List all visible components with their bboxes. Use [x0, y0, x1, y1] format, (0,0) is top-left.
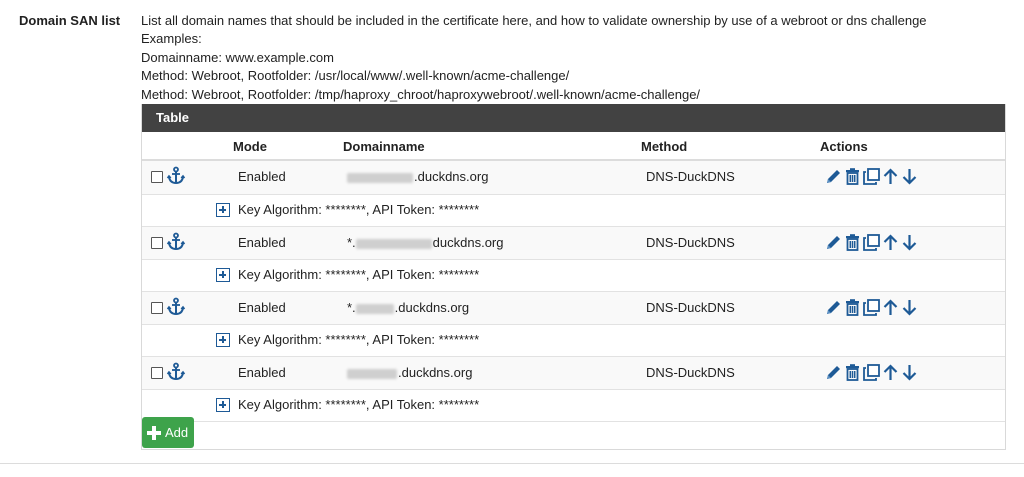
plus-square-icon[interactable]	[216, 203, 230, 217]
redacted-domain	[347, 172, 413, 183]
domain-prefix: *.	[347, 300, 356, 315]
arrow-up-icon[interactable]	[881, 363, 900, 382]
pencil-icon[interactable]	[824, 167, 843, 186]
copy-icon[interactable]	[862, 233, 881, 252]
row-method: DNS-DuckDNS	[646, 169, 735, 184]
arrow-down-icon[interactable]	[900, 363, 919, 382]
row-details-text: Key Algorithm: ********, API Token: ****…	[238, 202, 480, 217]
copy-icon[interactable]	[862, 298, 881, 317]
row-actions	[824, 363, 919, 383]
help-line: Method: Webroot, Rootfolder: /usr/local/…	[141, 68, 570, 84]
help-text: List all domain names that should be inc…	[141, 12, 927, 104]
row-checkbox[interactable]	[151, 171, 163, 183]
anchor-icon[interactable]	[166, 362, 186, 382]
arrow-up-icon[interactable]	[881, 167, 900, 186]
redacted-domain	[355, 238, 432, 249]
column-header-mode: Mode	[233, 139, 267, 154]
help-line: List all domain names that should be inc…	[141, 13, 927, 28]
row-mode: Enabled	[238, 365, 286, 380]
divider	[0, 463, 1024, 464]
redacted-domain	[355, 303, 394, 314]
row-method: DNS-DuckDNS	[646, 235, 735, 250]
domain-suffix: duckdns.org	[432, 235, 504, 250]
pencil-icon[interactable]	[824, 298, 843, 317]
column-header-domainname: Domainname	[343, 139, 425, 154]
arrow-down-icon[interactable]	[900, 298, 919, 317]
row-checkbox[interactable]	[151, 367, 163, 379]
table-row-details: Key Algorithm: ********, API Token: ****…	[142, 325, 1005, 357]
help-line: Examples:	[141, 31, 202, 47]
table-row: Enabled *. .duckdns.org DNS-DuckDNS	[142, 292, 1005, 325]
anchor-icon[interactable]	[166, 232, 186, 252]
row-method: DNS-DuckDNS	[646, 365, 735, 380]
arrow-down-icon[interactable]	[900, 233, 919, 252]
row-method: DNS-DuckDNS	[646, 300, 735, 315]
add-button[interactable]: Add	[142, 417, 194, 448]
row-mode: Enabled	[238, 235, 286, 250]
trash-icon[interactable]	[843, 233, 862, 252]
table-row: Enabled .duckdns.org DNS-DuckDNS	[142, 161, 1005, 195]
row-details-text: Key Algorithm: ********, API Token: ****…	[238, 267, 480, 282]
row-actions	[824, 167, 919, 187]
add-button-label: Add	[165, 425, 189, 440]
panel-heading: Table	[142, 104, 1005, 132]
help-line: Domainname: www.example.com	[141, 49, 334, 65]
plus-icon	[147, 425, 161, 440]
row-details-text: Key Algorithm: ********, API Token: ****…	[238, 397, 480, 412]
row-domain: .duckdns.org	[347, 169, 488, 184]
row-checkbox[interactable]	[151, 302, 163, 314]
trash-icon[interactable]	[843, 363, 862, 382]
arrow-down-icon[interactable]	[900, 167, 919, 186]
table-row-details: Key Algorithm: ********, API Token: ****…	[142, 195, 1005, 227]
table-row: Enabled .duckdns.org DNS-DuckDNS	[142, 357, 1005, 390]
row-details-text: Key Algorithm: ********, API Token: ****…	[238, 332, 480, 347]
plus-square-icon[interactable]	[216, 268, 230, 282]
copy-icon[interactable]	[862, 167, 881, 186]
row-actions	[824, 298, 919, 318]
table-row-details: Key Algorithm: ********, API Token: ****…	[142, 260, 1005, 292]
arrow-up-icon[interactable]	[881, 298, 900, 317]
domain-suffix: .duckdns.org	[394, 300, 470, 315]
table-header: Mode Domainname Method Actions	[142, 132, 1005, 161]
plus-square-icon[interactable]	[216, 333, 230, 347]
domain-prefix: *.	[347, 235, 356, 250]
redacted-domain	[347, 368, 397, 379]
help-line: Method: Webroot, Rootfolder: /tmp/haprox…	[141, 86, 701, 102]
table-row: Enabled *. duckdns.org DNS-DuckDNS	[142, 227, 1005, 260]
row-mode: Enabled	[238, 169, 286, 184]
domain-suffix: .duckdns.org	[414, 169, 489, 184]
trash-icon[interactable]	[843, 167, 862, 186]
pencil-icon[interactable]	[824, 363, 843, 382]
row-domain: *. .duckdns.org	[347, 300, 469, 315]
anchor-icon[interactable]	[166, 297, 186, 317]
san-table-panel: Table Mode Domainname Method Actions Ena…	[141, 104, 1006, 450]
trash-icon[interactable]	[843, 298, 862, 317]
column-header-actions: Actions	[820, 139, 868, 154]
pencil-icon[interactable]	[824, 233, 843, 252]
domain-suffix: .duckdns.org	[398, 365, 473, 380]
arrow-up-icon[interactable]	[881, 233, 900, 252]
column-header-method: Method	[641, 139, 688, 154]
row-checkbox[interactable]	[151, 237, 163, 249]
row-domain: .duckdns.org	[347, 365, 472, 380]
field-label: Domain SAN list	[19, 13, 121, 28]
anchor-icon[interactable]	[166, 166, 186, 186]
plus-square-icon[interactable]	[216, 398, 230, 412]
table-row-details: Key Algorithm: ********, API Token: ****…	[142, 390, 1005, 422]
row-actions	[824, 233, 919, 253]
copy-icon[interactable]	[862, 363, 881, 382]
row-mode: Enabled	[238, 300, 286, 315]
row-domain: *. duckdns.org	[347, 235, 504, 250]
